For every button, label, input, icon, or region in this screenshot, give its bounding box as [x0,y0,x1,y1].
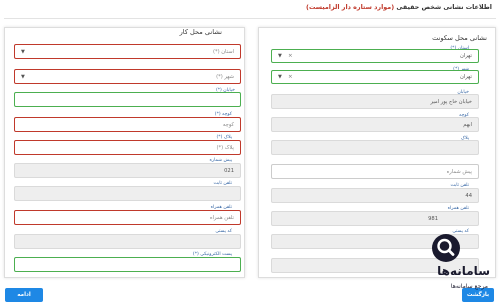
residence-phone-input[interactable]: 44 [271,188,479,203]
residence-plaque-input[interactable] [271,140,479,155]
residence-mobile-input[interactable]: 981 [271,211,479,226]
chevron-down-icon: ▼ [278,74,282,80]
work-panel-title: نشانی محل کار [179,28,222,36]
residence-street-input[interactable]: خیابان خاج پور امیر [271,94,479,109]
work-province-placeholder: استان (*) [212,48,234,55]
residence-phone-value: 44 [465,192,472,199]
work-postal-input[interactable] [14,234,241,249]
work-alley-placeholder: کوچه [222,121,234,128]
watermark: سامانه‌ها مرجع سامانه‌ها [396,234,496,300]
residence-panel-title: نشانی محل سکونت [432,34,487,42]
residence-city-select[interactable]: تهران × ▼ [271,70,479,84]
work-panel: نشانی محل کار استان (*) ▼ شهر (*) ▼ خیاب… [4,27,245,278]
search-icon [432,234,460,262]
work-preline-input[interactable]: 021 [14,163,241,178]
residence-province-select[interactable]: تهران × ▼ [271,49,479,63]
residence-street-value: خیابان خاج پور امیر [430,98,472,105]
header-divider [4,18,496,19]
residence-city-value: تهران [460,74,472,80]
work-city-placeholder: شهر (*) [216,73,234,80]
close-icon[interactable]: × [288,74,293,80]
chevron-down-icon: ▼ [21,48,25,55]
work-plaque-input[interactable]: پلاک (*) [14,140,241,155]
work-mobile-placeholder: تلفن همراه [209,214,234,221]
residence-mobile-value: 981 [428,215,438,222]
residence-preline-input[interactable]: پیش شماره [271,164,479,179]
chevron-down-icon: ▼ [278,53,282,59]
next-button[interactable]: ادامه [5,288,43,302]
work-street-input[interactable] [14,92,241,107]
residence-alley-value: ابهم [463,121,472,128]
work-preline-value: 021 [224,167,234,174]
close-icon[interactable]: × [288,53,293,59]
chevron-down-icon: ▼ [21,73,25,80]
residence-alley-input[interactable]: ابهم [271,117,479,132]
work-email-input[interactable] [14,257,241,272]
residence-province-value: تهران [460,53,472,59]
watermark-text: سامانه‌ها [437,264,490,278]
residence-preline-placeholder: پیش شماره [446,168,472,175]
required-note: (موارد ستاره دار الزامیست) [306,3,395,11]
work-city-select[interactable]: شهر (*) ▼ [14,69,241,84]
work-alley-input[interactable]: کوچه [14,117,241,132]
work-plaque-placeholder: پلاک (*) [216,144,234,151]
page-title: اطلاعات نشانی شخص حقیقی [396,3,492,11]
work-province-select[interactable]: استان (*) ▼ [14,44,241,59]
work-mobile-input[interactable]: تلفن همراه [14,210,241,225]
work-phone-input[interactable] [14,186,241,201]
page-header: اطلاعات نشانی شخص حقیقی (موارد ستاره دار… [306,3,492,15]
watermark-subtext: مرجع سامانه‌ها [450,283,488,290]
